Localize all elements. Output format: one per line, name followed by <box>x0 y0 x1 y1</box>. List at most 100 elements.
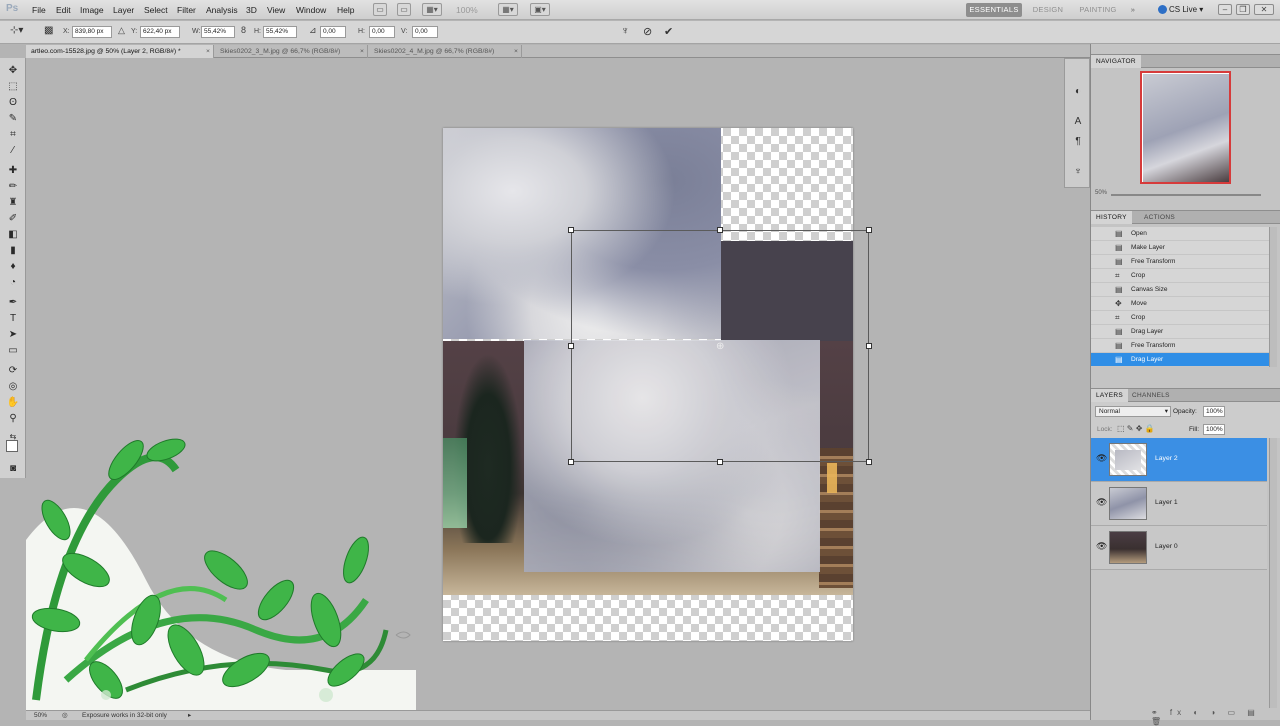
menu-file[interactable]: File <box>32 5 46 15</box>
tab-channels[interactable]: CHANNELS <box>1127 389 1175 402</box>
navigator-view-box[interactable] <box>1140 71 1231 184</box>
character-panel-icon[interactable]: A <box>1071 115 1085 129</box>
history-item-selected[interactable]: ▤ Drag Layer <box>1091 353 1271 367</box>
layers-footer-icons[interactable]: ⚭ fx ◐ ◑ ▭ ▤ 🗑 <box>1151 708 1280 726</box>
blur-tool-icon[interactable]: ♦ <box>6 260 20 273</box>
height-field[interactable]: 55,42% <box>263 26 297 38</box>
tab-skies-4[interactable]: Skies0202_4_M.jpg @ 66,7% (RGB/8#) × <box>369 45 522 58</box>
mini-bridge-icon[interactable]: ▭ <box>397 3 411 16</box>
layers-scrollbar[interactable] <box>1269 438 1277 708</box>
healing-brush-tool-icon[interactable]: ✚ <box>6 164 20 177</box>
move-tool-preset-icon[interactable]: ⊹▾ <box>10 25 23 36</box>
close-tab-icon[interactable]: × <box>206 45 210 58</box>
workspace-painting[interactable]: PAINTING <box>1074 3 1122 17</box>
menu-layer[interactable]: Layer <box>113 5 134 15</box>
warp-mode-icon[interactable]: ♆ <box>621 25 629 37</box>
history-item[interactable]: ▤ Make Layer <box>1091 241 1271 255</box>
3d-rotate-tool-icon[interactable]: ⟳ <box>6 364 20 377</box>
pen-tool-icon[interactable]: ✒ <box>6 296 20 309</box>
crop-tool-icon[interactable]: ⌗ <box>6 128 20 141</box>
paragraph-panel-icon[interactable]: ¶ <box>1071 135 1085 149</box>
brush-tool-icon[interactable]: ✏ <box>6 180 20 193</box>
menu-analysis[interactable]: Analysis <box>206 5 238 15</box>
eraser-tool-icon[interactable]: ◧ <box>6 228 20 241</box>
history-item[interactable]: ▤ Drag Layer <box>1091 325 1271 339</box>
menu-window[interactable]: Window <box>296 5 326 15</box>
x-position-field[interactable]: 839,80 px <box>72 26 112 38</box>
layer-name[interactable]: Layer 2 <box>1155 455 1178 462</box>
h-skew-field[interactable]: 0,00 <box>369 26 395 38</box>
history-item[interactable]: ✥ Move <box>1091 297 1271 311</box>
history-item[interactable]: ⌗ Crop <box>1091 311 1271 325</box>
screen-mode-icon[interactable]: ▣▾ <box>530 3 550 16</box>
tab-artleo[interactable]: artleo.com-15528.jpg @ 50% (Layer 2, RGB… <box>26 45 214 58</box>
menu-edit[interactable]: Edit <box>56 5 71 15</box>
close-button[interactable]: ✕ <box>1254 4 1274 15</box>
history-item[interactable]: ▤ Free Transform <box>1091 339 1271 353</box>
close-tab-icon[interactable]: × <box>514 45 518 58</box>
link-icon[interactable]: 8 <box>241 25 246 35</box>
history-item[interactable]: ▤ Canvas Size <box>1091 283 1271 297</box>
foreground-color-swatch[interactable] <box>6 440 18 452</box>
tab-layers[interactable]: LAYERS <box>1091 389 1128 402</box>
3d-orbit-tool-icon[interactable]: ◎ <box>6 380 20 393</box>
history-item[interactable]: ⌗ Crop <box>1091 269 1271 283</box>
reference-point-icon[interactable]: ▩ <box>44 25 53 36</box>
menu-help[interactable]: Help <box>337 5 354 15</box>
width-field[interactable]: 55,42% <box>201 26 235 38</box>
transform-handle-bl[interactable] <box>568 459 574 465</box>
layer-row-layer-2[interactable]: 👁 Layer 2 <box>1091 438 1267 482</box>
layer-name[interactable]: Layer 1 <box>1155 499 1178 506</box>
layer-name[interactable]: Layer 0 <box>1155 543 1178 550</box>
minimize-button[interactable]: – <box>1218 4 1232 15</box>
shape-tool-icon[interactable]: ▭ <box>6 344 20 357</box>
eye-icon[interactable]: 👁 <box>1096 497 1107 508</box>
tab-history[interactable]: HISTORY <box>1091 211 1132 224</box>
restore-button[interactable]: ❐ <box>1236 4 1250 15</box>
menu-view[interactable]: View <box>267 5 285 15</box>
cs-live-button[interactable]: CS Live ▾ <box>1158 5 1203 14</box>
lasso-tool-icon[interactable]: ʘ <box>6 96 20 109</box>
relative-position-icon[interactable]: △ <box>118 25 125 36</box>
info-panel-icon[interactable]: ◐ <box>1071 85 1085 99</box>
path-selection-tool-icon[interactable]: ➤ <box>6 328 20 341</box>
history-brush-tool-icon[interactable]: ✐ <box>6 212 20 225</box>
zoom-level-menu[interactable]: 100% <box>456 5 478 15</box>
gradient-tool-icon[interactable]: ▮ <box>6 244 20 257</box>
navigator-zoom-slider[interactable] <box>1111 194 1261 196</box>
quick-mask-icon[interactable]: ◙ <box>6 462 20 475</box>
menu-3d[interactable]: 3D <box>246 5 257 15</box>
view-extras-icon[interactable]: ▦▾ <box>422 3 442 16</box>
angle-field[interactable]: 0,00 <box>320 26 346 38</box>
transform-handle-tl[interactable] <box>568 227 574 233</box>
workspace-essentials[interactable]: ESSENTIALS <box>966 3 1022 17</box>
workspace-more[interactable]: » <box>1126 3 1140 17</box>
lock-icons[interactable]: ⬚ ✎ ✥ 🔒 <box>1117 424 1155 433</box>
hand-tool-icon[interactable]: ✋ <box>6 396 20 409</box>
type-tool-icon[interactable]: T <box>6 312 20 325</box>
y-position-field[interactable]: 622,40 px <box>140 26 180 38</box>
quick-select-tool-icon[interactable]: ✎ <box>6 112 20 125</box>
fill-field[interactable]: 100% <box>1203 424 1225 435</box>
dodge-tool-icon[interactable]: ◔ <box>6 276 20 289</box>
menu-filter[interactable]: Filter <box>177 5 196 15</box>
layer-row-layer-0[interactable]: 👁 Layer 0 <box>1091 526 1267 570</box>
eyedropper-tool-icon[interactable]: ⁄ <box>6 144 20 157</box>
history-item[interactable]: ▤ Open <box>1091 227 1271 241</box>
transform-handle-t[interactable] <box>717 227 723 233</box>
menu-select[interactable]: Select <box>144 5 168 15</box>
transform-handle-br[interactable] <box>866 459 872 465</box>
transform-handle-r[interactable] <box>866 343 872 349</box>
opacity-field[interactable]: 100% <box>1203 406 1225 417</box>
arrange-icon[interactable]: ▦▾ <box>498 3 518 16</box>
transform-pivot-icon[interactable]: ⊕ <box>716 341 724 352</box>
commit-transform-icon[interactable]: ✔ <box>664 25 673 38</box>
v-skew-field[interactable]: 0,00 <box>412 26 438 38</box>
tab-navigator[interactable]: NAVIGATOR <box>1091 55 1141 68</box>
marquee-tool-icon[interactable]: ⬚ <box>6 80 20 93</box>
close-tab-icon[interactable]: × <box>360 45 364 58</box>
transform-handle-tr[interactable] <box>866 227 872 233</box>
eye-icon[interactable]: 👁 <box>1096 541 1107 552</box>
workspace-design[interactable]: DESIGN <box>1028 3 1068 17</box>
layer-row-layer-1[interactable]: 👁 Layer 1 <box>1091 482 1267 526</box>
